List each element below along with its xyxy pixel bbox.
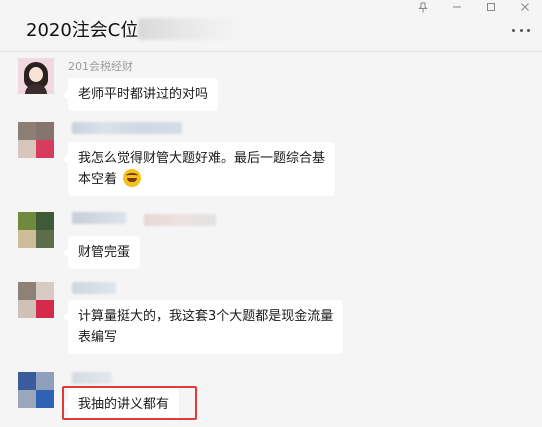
more-dot	[512, 28, 515, 32]
message-text: 财管完蛋	[78, 245, 131, 260]
more-icon[interactable]	[512, 27, 530, 33]
sender-redaction	[72, 372, 112, 384]
avatar[interactable]	[18, 372, 54, 408]
avatar-face	[29, 67, 43, 82]
avatar-tile	[18, 372, 36, 390]
avatar-tile	[36, 230, 54, 248]
laughing-emoji-icon	[123, 169, 142, 187]
avatar-tile	[18, 230, 36, 248]
avatar[interactable]	[18, 58, 54, 94]
avatar-tile	[36, 300, 54, 318]
sender-redaction	[72, 212, 126, 224]
avatar-tile	[18, 282, 36, 300]
avatar-tile	[36, 372, 54, 390]
message-text: 本空着	[78, 172, 118, 187]
minimize-icon[interactable]	[440, 0, 474, 14]
avatar-tile	[36, 212, 54, 230]
avatar-tile	[18, 122, 36, 140]
avatar[interactable]	[18, 122, 54, 158]
window-controls	[406, 0, 542, 14]
message-text-line: 本空着	[78, 169, 325, 190]
sender-name: 201会税经财	[68, 60, 133, 73]
avatar-tile	[36, 390, 54, 408]
avatar-tile	[18, 390, 36, 408]
message-text: 计算量挺大的，我这套3个大题都是现金流量	[78, 309, 334, 324]
sender-redaction	[72, 122, 182, 134]
more-dot	[519, 28, 523, 32]
avatar[interactable]	[18, 212, 54, 248]
message-bubble[interactable]: 我怎么觉得财管大题好难。最后一题综合基 本空着	[62, 142, 336, 196]
message-bubble[interactable]: 财管完蛋	[62, 236, 141, 269]
title-redaction	[138, 18, 242, 40]
close-icon[interactable]	[508, 0, 542, 14]
avatar-tile	[18, 140, 36, 158]
avatar-tile	[18, 212, 36, 230]
chat-window: 2020注会C位 201会税经财 老师平时都讲过的对吗 我怎么觉得财管大题好难。…	[0, 0, 542, 427]
maximize-icon[interactable]	[474, 0, 508, 14]
highlight-box	[62, 386, 197, 420]
sender-redaction	[72, 282, 116, 294]
message-bubble[interactable]: 计算量挺大的，我这套3个大题都是现金流量 表编写	[62, 300, 344, 354]
message-text: 老师平时都讲过的对吗	[78, 87, 209, 102]
avatar-tile	[36, 282, 54, 300]
pin-icon[interactable]	[406, 0, 440, 14]
more-dot	[527, 28, 530, 32]
avatar-tile	[36, 140, 54, 158]
chat-title[interactable]: 2020注会C位	[26, 16, 138, 42]
message-bubble[interactable]: 老师平时都讲过的对吗	[62, 78, 219, 111]
sender-redaction	[144, 214, 216, 226]
message-text: 表编写	[78, 330, 118, 345]
avatar-tile	[36, 122, 54, 140]
message-text: 我怎么觉得财管大题好难。最后一题综合基	[78, 151, 326, 166]
avatar[interactable]	[18, 282, 54, 318]
avatar-tile	[18, 300, 36, 318]
